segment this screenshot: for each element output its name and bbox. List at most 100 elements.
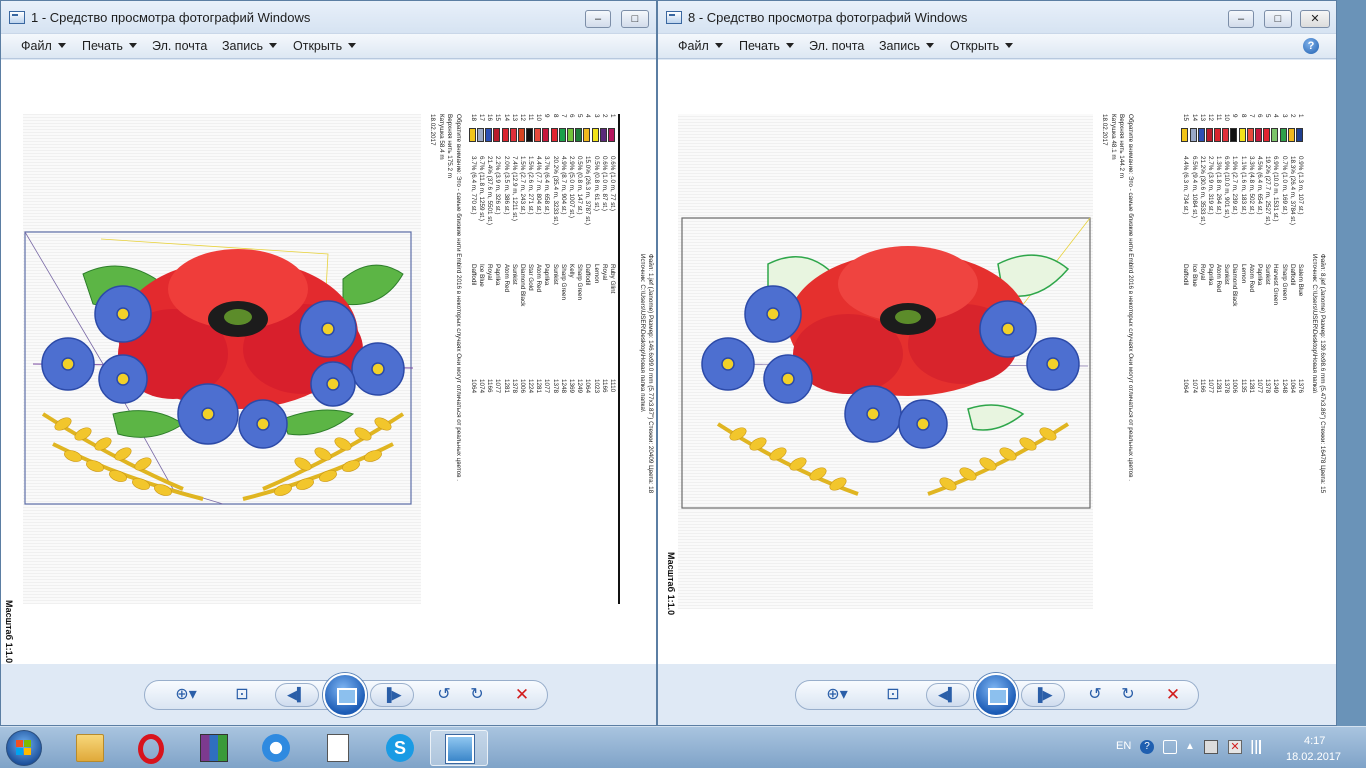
thread-name: Atom Red <box>535 264 543 292</box>
thread-color-swatch <box>1255 128 1263 142</box>
thread-usage: 2.0% (3.5 m, 386 st.) <box>502 156 510 215</box>
thread-usage: 2.9% (5.0 m, 1007 st.) <box>568 156 576 218</box>
taskbar-winrar[interactable] <box>185 730 243 766</box>
help-tray-icon[interactable]: ? <box>1140 740 1154 754</box>
thread-report-rotated: 18.02.2017 Катушка 48.1 m Верхняя нить 1… <box>1098 114 1328 609</box>
clock-time[interactable]: 4:17 <box>1304 735 1325 747</box>
thread-code: 1074 <box>478 379 485 394</box>
thread-usage: 20.2% (35.4 m, 3233 st.) <box>551 156 559 225</box>
thread-color-swatch <box>550 128 558 142</box>
thread-usage: 4.9% (8.7 m, 904 st.) <box>559 156 567 215</box>
titlebar[interactable]: 1 - Средство просмотра фотографий Window… <box>1 1 656 33</box>
menu-print[interactable]: Печать <box>82 39 137 53</box>
thread-color-swatch <box>1296 128 1303 142</box>
thread-row: 11 1.5% (2.6 m, 271 st.) Star Gold 1224 <box>526 114 534 604</box>
taskbar-photo-viewer[interactable] <box>430 730 488 766</box>
thread-row: 3 0.7% (1.0 m, 169 st.) Sharp Green 1248 <box>1279 114 1288 609</box>
thread-usage: 0.6% (1.0 m, 77 st.) <box>609 156 616 211</box>
thread-code: 1166 <box>1198 379 1206 393</box>
thread-usage: 18.3% (26.4 m, 3784 st.) <box>1288 156 1296 225</box>
rotate-left-icon[interactable]: ↺ <box>1082 684 1108 706</box>
maximize-button[interactable]: □ <box>621 10 649 28</box>
thread-number: 17 <box>478 114 485 122</box>
thread-name: Royal <box>1198 264 1206 281</box>
taskbar-skype[interactable]: S <box>371 730 429 766</box>
thread-usage: 15.0% (26.3 m, 3787 st.) <box>584 156 592 225</box>
menu-file[interactable]: Файл <box>678 39 723 53</box>
next-button[interactable]: ▐▶ <box>370 683 414 707</box>
report-source: Источник: C:\Users\USER\Desktop\Новая па… <box>639 254 646 412</box>
thread-color-swatch <box>485 128 493 142</box>
previous-button[interactable]: ◀▍ <box>275 683 319 707</box>
image-viewport[interactable]: 18.02.2017 Катушка 48.1 m Верхняя нить 1… <box>658 60 1336 664</box>
network-signal-icon[interactable] <box>1250 740 1264 754</box>
help-icon[interactable]: ? <box>1303 38 1319 54</box>
actual-size-icon[interactable]: ⊡ <box>880 684 906 706</box>
titlebar[interactable]: 8 - Средство просмотра фотографий Window… <box>658 1 1336 33</box>
previous-button[interactable]: ◀▍ <box>926 683 970 707</box>
thread-code: 1006 <box>1231 379 1239 394</box>
thread-color-swatch <box>1189 128 1197 142</box>
thread-code: 1166 <box>600 379 608 393</box>
thread-row: 10 6.9% (10.0 m, 901 st.) Sunkist 1378 <box>1222 114 1230 609</box>
thread-name: Salem Blue <box>1297 264 1304 297</box>
menu-file[interactable]: Файл <box>21 39 66 53</box>
rotate-right-icon[interactable]: ↻ <box>464 684 490 706</box>
taskbar-explorer[interactable] <box>61 730 119 766</box>
slideshow-button[interactable] <box>323 673 367 717</box>
report-date: 18.02.2017 <box>429 114 436 146</box>
thread-color-swatch <box>1287 128 1295 142</box>
menu-print[interactable]: Печать <box>739 39 794 53</box>
thread-number: 8 <box>1239 114 1247 118</box>
volume-muted-icon[interactable]: ✕ <box>1228 740 1242 754</box>
clock-date[interactable]: 18.02.2017 <box>1286 751 1341 763</box>
rotate-left-icon[interactable]: ↺ <box>431 684 457 706</box>
image-viewport[interactable]: 18.02.2017 Катушка 58.4 m Верхняя нить 1… <box>1 60 656 664</box>
thread-color-swatch <box>493 128 501 142</box>
delete-icon[interactable]: ✕ <box>509 684 535 706</box>
actual-size-icon[interactable]: ⊡ <box>229 684 255 706</box>
menu-open[interactable]: Открыть <box>950 39 1014 53</box>
maximize-button[interactable]: □ <box>1264 10 1292 28</box>
menu-email[interactable]: Эл. почта <box>152 39 207 53</box>
thread-number: 8 <box>551 114 559 118</box>
thread-name: Diamond Black <box>1231 264 1239 307</box>
action-center-icon[interactable] <box>1204 740 1218 754</box>
thread-code: 1281 <box>502 379 510 394</box>
thread-name: Daffodil <box>584 264 592 286</box>
thread-row: 5 0.5% (0.8 m, 147 st.) Sharp Green 1249 <box>575 114 583 604</box>
next-button[interactable]: ▐▶ <box>1021 683 1065 707</box>
menu-open[interactable]: Открыть <box>293 39 357 53</box>
language-indicator[interactable]: EN <box>1116 740 1131 752</box>
thread-name: Paprika <box>1206 264 1214 286</box>
thread-color-swatch <box>1271 128 1279 142</box>
taskbar-internet-explorer[interactable] <box>247 730 305 766</box>
start-button[interactable] <box>6 730 42 766</box>
minimize-button[interactable]: – <box>1228 10 1254 28</box>
report-divider <box>618 114 620 604</box>
thread-row: 2 18.3% (26.4 m, 3784 st.) Daffodil 1064 <box>1287 114 1296 609</box>
thread-number: 12 <box>518 114 526 122</box>
thread-usage: 4.5% (6.4 m, 654 st.) <box>1256 156 1264 215</box>
menu-burn[interactable]: Запись <box>222 39 278 53</box>
thread-name: Lemon <box>1239 264 1247 284</box>
minimize-button[interactable]: – <box>585 10 611 28</box>
windows-tray-icon[interactable] <box>1163 740 1177 754</box>
zoom-button[interactable]: ⊕▾ <box>824 684 850 706</box>
menu-burn[interactable]: Запись <box>879 39 935 53</box>
thread-row: 2 0.6% (1.0 m, 87 st.) Royal 1166 <box>599 114 608 604</box>
close-button[interactable]: ✕ <box>1300 10 1330 28</box>
menu-email[interactable]: Эл. почта <box>809 39 864 53</box>
taskbar-notepad[interactable] <box>309 730 367 766</box>
slideshow-button[interactable] <box>974 673 1018 717</box>
delete-icon[interactable]: ✕ <box>1160 684 1186 706</box>
zoom-button[interactable]: ⊕▾ <box>173 684 199 706</box>
report-source: Источник: C:\Users\USER\Desktop\Новая па… <box>1311 254 1318 394</box>
rotate-right-icon[interactable]: ↻ <box>1115 684 1141 706</box>
thread-number: 3 <box>592 114 600 118</box>
show-hidden-icons-icon[interactable]: ▲ <box>1183 740 1197 754</box>
taskbar-opera[interactable] <box>123 730 181 766</box>
thread-usage: 7.4% (12.9 m, 1211 st.) <box>510 156 518 221</box>
embroidery-report-image: 18.02.2017 Катушка 48.1 m Верхняя нить 1… <box>666 112 1328 615</box>
thread-row: 8 20.2% (35.4 m, 3233 st.) Sunkist 1378 <box>550 114 559 604</box>
